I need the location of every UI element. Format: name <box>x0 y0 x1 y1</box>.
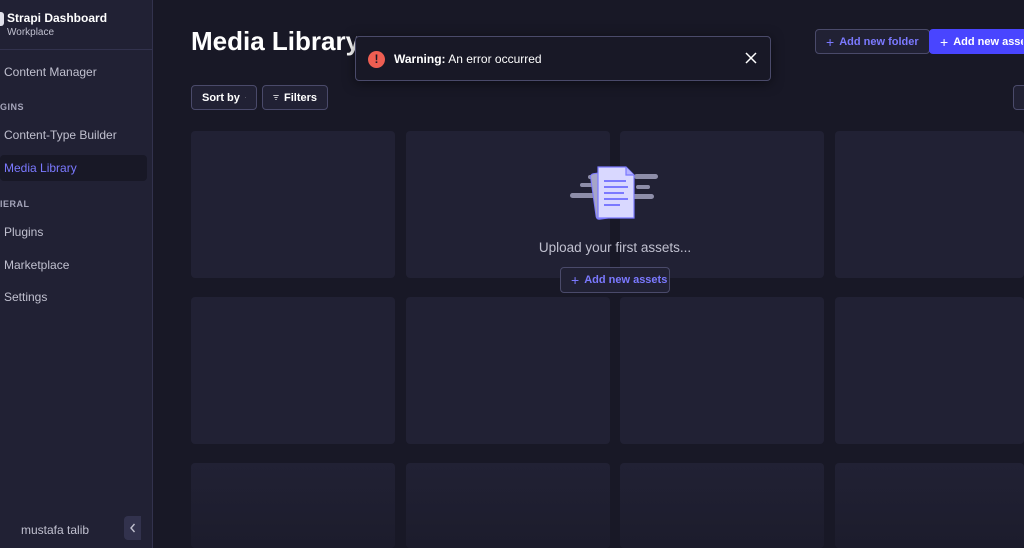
empty-documents-icon <box>570 166 658 220</box>
placeholder-tile <box>835 131 1024 278</box>
sidebar-item-label: Plugins <box>4 225 44 239</box>
filters-label: Filters <box>283 91 317 104</box>
placeholder-tile <box>406 297 610 444</box>
add-assets-button[interactable]: + Add new assets <box>929 29 1024 54</box>
toast-prefix: Warning: <box>394 52 446 66</box>
filter-icon <box>273 95 279 100</box>
placeholder-tile <box>406 463 610 548</box>
placeholder-tile <box>835 463 1024 548</box>
brand-title: Strapi Dashboard <box>7 11 108 25</box>
section-title-plugins: GINS <box>0 102 25 112</box>
placeholder-tile <box>191 463 395 548</box>
toast-message: An error occurred <box>448 52 542 66</box>
sort-by-button[interactable]: Sort by <box>191 85 257 110</box>
sidebar: Strapi Dashboard Workplace Content Manag… <box>0 0 153 548</box>
collapse-sidebar-button[interactable] <box>124 516 141 540</box>
chevron-left-icon <box>129 523 135 533</box>
add-assets-label: Add new assets <box>953 35 1023 48</box>
app: Strapi Dashboard Workplace Content Manag… <box>0 0 1024 548</box>
sidebar-item-settings[interactable]: Settings <box>0 284 147 310</box>
filters-button[interactable]: Filters <box>262 85 328 110</box>
add-folder-label: Add new folder <box>839 35 919 48</box>
close-icon[interactable] <box>744 51 758 65</box>
section-title-general: IERAL <box>0 199 30 209</box>
sidebar-item-label: Marketplace <box>4 258 70 272</box>
sidebar-item-media-library[interactable]: Media Library <box>0 155 147 181</box>
plus-icon: + <box>826 33 835 50</box>
sidebar-item-label: Content Manager <box>4 65 97 79</box>
placeholder-tile <box>620 297 824 444</box>
brand-logo <box>0 12 4 26</box>
sidebar-item-content-manager[interactable]: Content Manager <box>0 59 147 85</box>
placeholder-tile <box>835 297 1024 444</box>
plus-icon: + <box>571 272 580 288</box>
sidebar-item-content-type-builder[interactable]: Content-Type Builder <box>0 122 147 148</box>
view-settings-button[interactable] <box>1013 85 1024 110</box>
placeholder-tile <box>191 131 395 278</box>
alert-circle-icon: ! <box>368 51 385 68</box>
sidebar-item-label: Settings <box>4 290 48 304</box>
warning-toast: ! Warning: An error occurred <box>355 36 771 81</box>
empty-state-message: Upload your first assets... <box>538 240 692 255</box>
caret-down-icon <box>244 97 246 98</box>
sidebar-item-marketplace[interactable]: Marketplace <box>0 252 147 278</box>
sort-by-label: Sort by <box>202 91 240 104</box>
user-name[interactable]: mustafa talib <box>21 523 89 537</box>
sidebar-item-label: Media Library <box>4 161 77 175</box>
empty-add-assets-button[interactable]: + Add new assets <box>560 267 670 293</box>
sidebar-footer: mustafa talib <box>0 514 152 548</box>
placeholder-tile <box>620 463 824 548</box>
page-title: Media Library <box>191 26 361 56</box>
sidebar-item-label: Content-Type Builder <box>4 128 117 142</box>
plus-icon: + <box>940 33 949 50</box>
brand: Strapi Dashboard Workplace <box>0 0 152 50</box>
sidebar-item-plugins[interactable]: Plugins <box>0 219 147 245</box>
add-folder-button[interactable]: + Add new folder <box>815 29 930 54</box>
empty-add-assets-label: Add new assets <box>584 274 668 286</box>
brand-subtitle: Workplace <box>7 27 55 38</box>
placeholder-tile <box>191 297 395 444</box>
toast-text: Warning: An error occurred <box>394 52 542 66</box>
